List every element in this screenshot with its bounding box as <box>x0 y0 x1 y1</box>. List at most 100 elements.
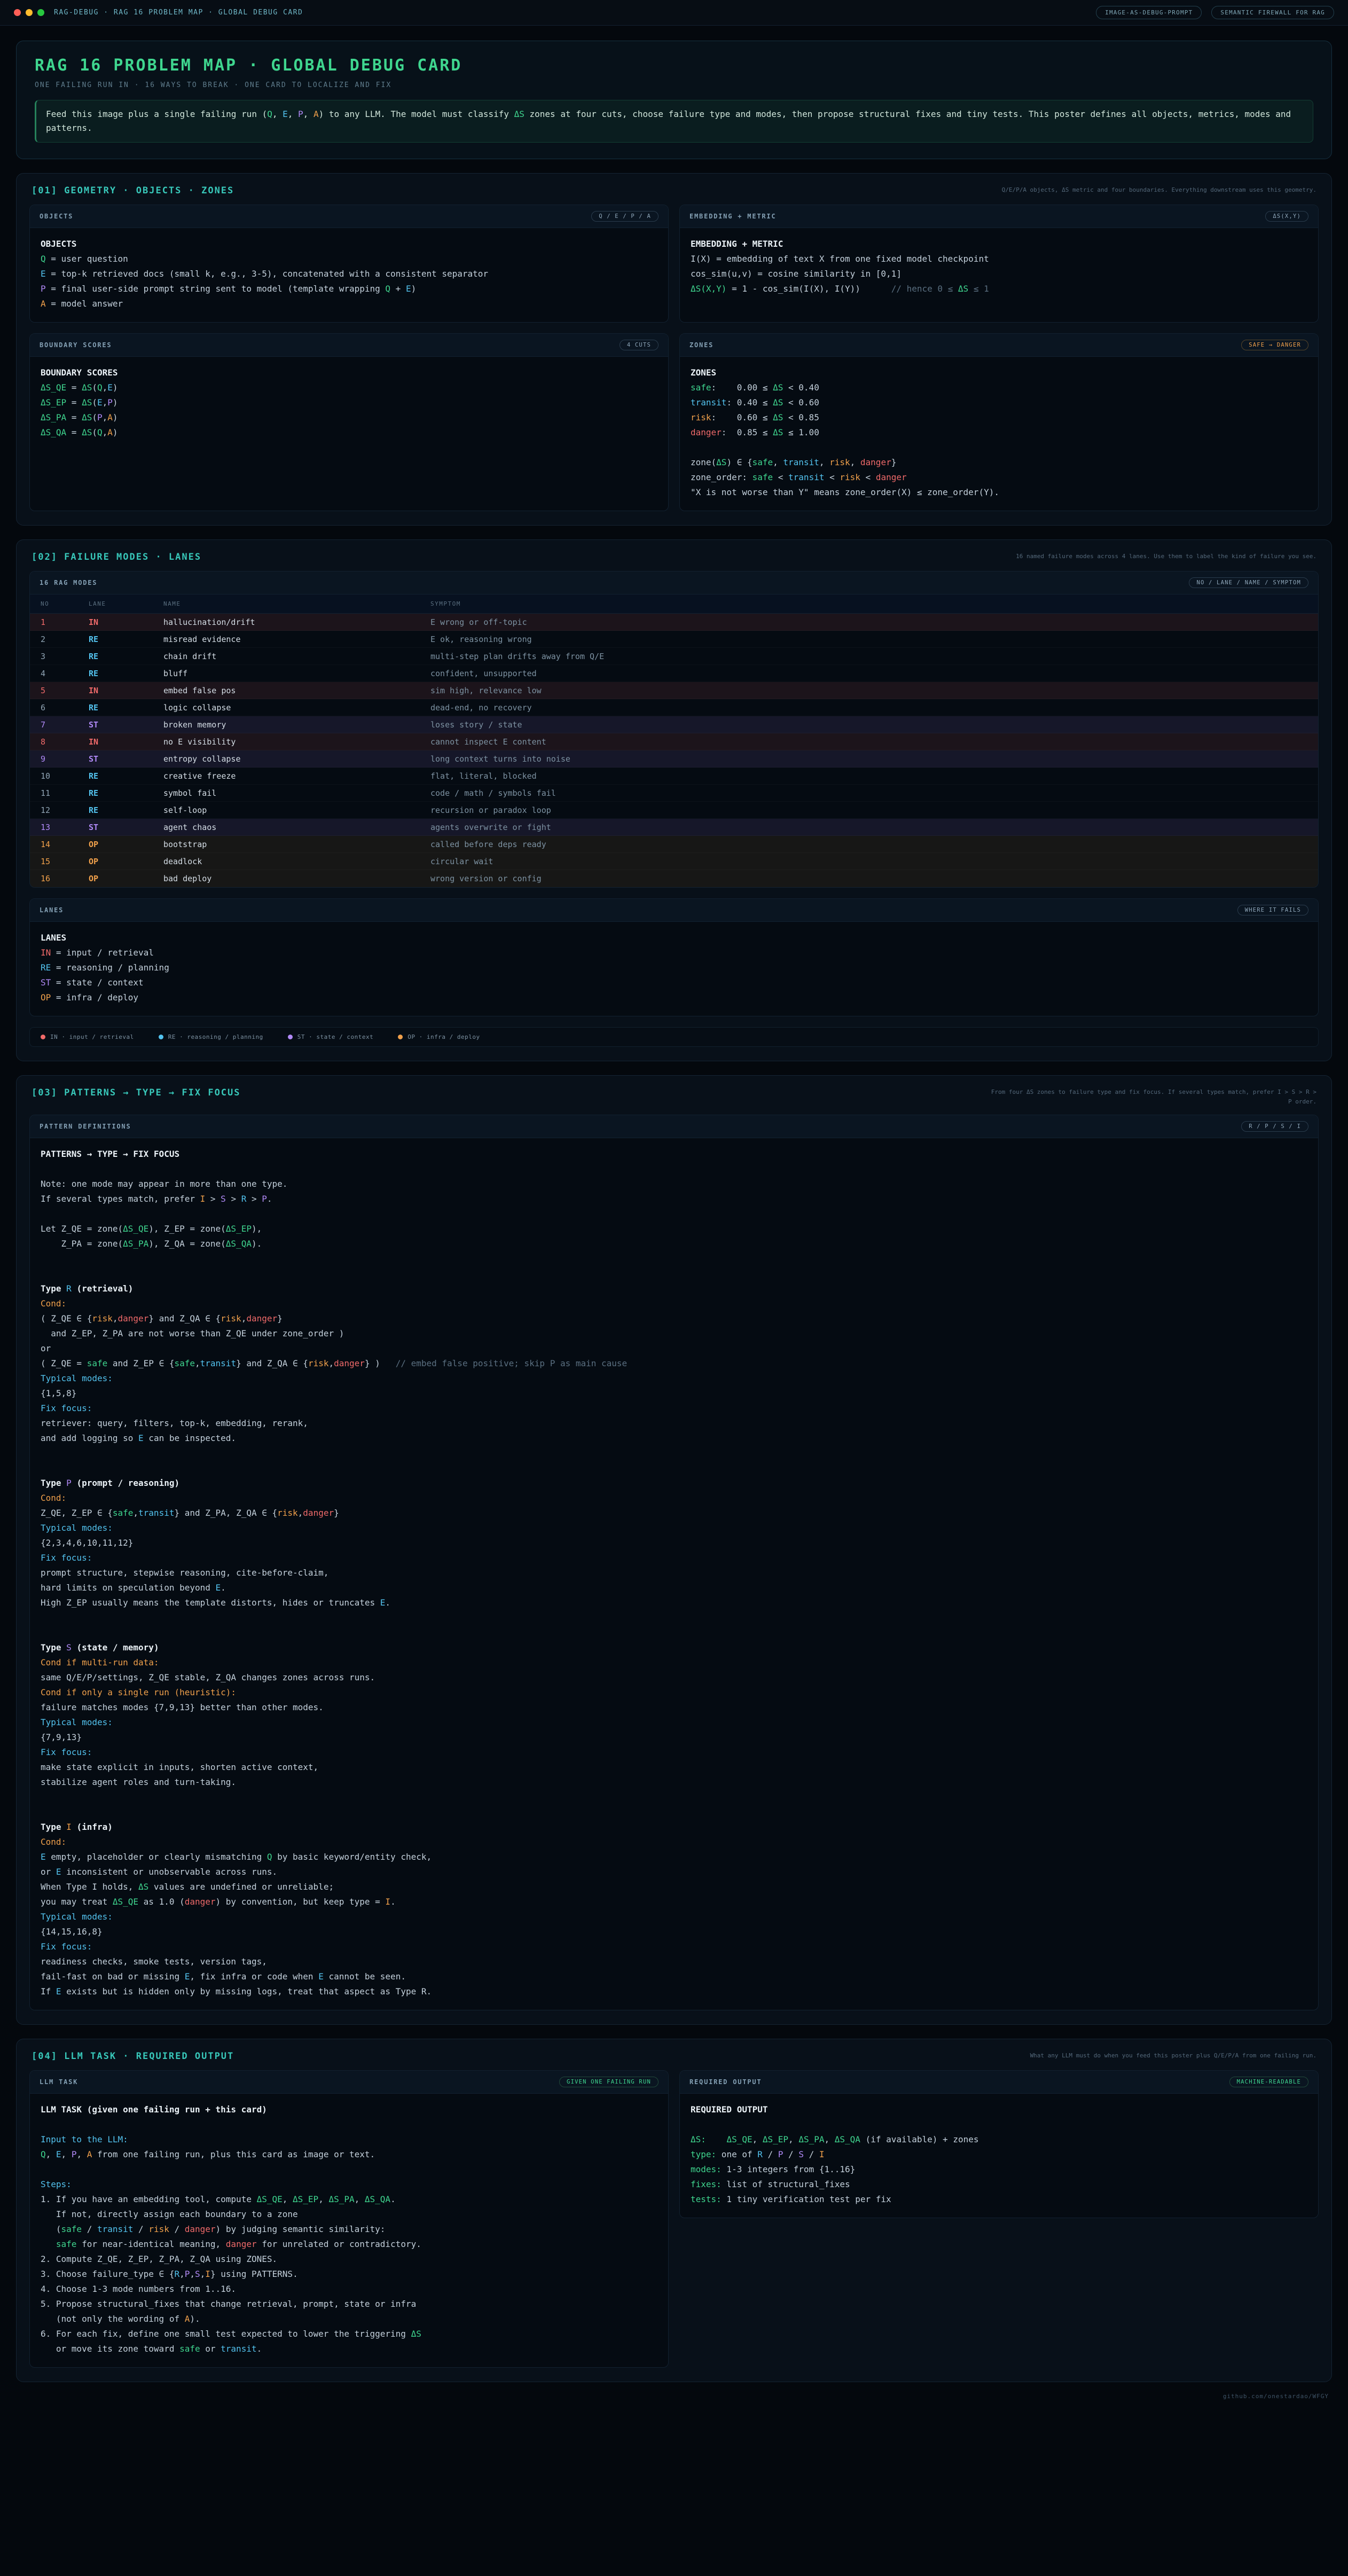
cell-symptom: E wrong or off-topic <box>430 617 1307 627</box>
table-row: 2REmisread evidenceE ok, reasoning wrong <box>30 631 1318 648</box>
badge-semantic-firewall[interactable]: SEMANTIC FIREWALL FOR RAG <box>1211 6 1334 19</box>
panel-badge: ΔS(X,Y) <box>1265 211 1308 222</box>
panel-title: ZONES <box>689 341 714 349</box>
panel-badge: 4 CUTS <box>620 340 659 350</box>
intro-callout: Feed this image plus a single failing ru… <box>35 100 1313 143</box>
cell-no: 10 <box>41 771 89 781</box>
zones-code-block: ZONESsafe: 0.00 ≤ ΔS < 0.40transit: 0.40… <box>680 357 1318 511</box>
section-llm-task: [04] LLM TASK · REQUIRED OUTPUT What any… <box>16 2039 1332 2382</box>
cell-no: 2 <box>41 635 89 644</box>
cell-symptom: cannot inspect E content <box>430 737 1307 747</box>
cell-no: 4 <box>41 669 89 678</box>
cell-symptom: long context turns into noise <box>430 754 1307 764</box>
cell-no: 12 <box>41 805 89 815</box>
cell-no: 15 <box>41 857 89 866</box>
panel-required-output: REQUIRED OUTPUT MACHINE-READABLE REQUIRE… <box>679 2070 1319 2218</box>
section-modes-head: [02] FAILURE MODES · LANES 16 named fail… <box>29 551 1319 571</box>
panel-lanes-head: LANES WHERE IT FAILS <box>30 899 1318 922</box>
section-failure-modes: [02] FAILURE MODES · LANES 16 named fail… <box>16 539 1332 1061</box>
cell-no: 11 <box>41 788 89 798</box>
panel-badge: Q / E / P / A <box>591 211 659 222</box>
github-link[interactable]: github.com/onestardao/WFGY <box>1223 2393 1329 2400</box>
panel-llm-task-head: LLM TASK GIVEN ONE FAILING RUN <box>30 2071 668 2094</box>
page-content: RAG 16 PROBLEM MAP · GLOBAL DEBUG CARD O… <box>0 26 1348 2389</box>
section-task-head: [04] LLM TASK · REQUIRED OUTPUT What any… <box>29 2050 1319 2070</box>
minimize-window-button[interactable] <box>26 9 33 16</box>
page-footer: github.com/onestardao/WFGY <box>0 2389 1348 2413</box>
cell-symptom: agents overwrite or fight <box>430 823 1307 832</box>
section-task-title: [04] LLM TASK · REQUIRED OUTPUT <box>32 2051 234 2062</box>
legend-label: RE · reasoning / planning <box>168 1033 263 1040</box>
cell-name: self-loop <box>163 805 430 815</box>
cell-name: deadlock <box>163 857 430 866</box>
table-row: 4REbluffconfident, unsupported <box>30 665 1318 682</box>
cell-no: 5 <box>41 686 89 695</box>
cell-lane: OP <box>89 840 163 849</box>
cell-lane: RE <box>89 788 163 798</box>
cell-symptom: loses story / state <box>430 720 1307 730</box>
boundary-code-block: BOUNDARY SCORESΔS_QE = ΔS(Q,E)ΔS_EP = ΔS… <box>30 357 668 451</box>
cell-lane: RE <box>89 703 163 712</box>
cell-lane: IN <box>89 617 163 627</box>
section-patterns-head: [03] PATTERNS → TYPE → FIX FOCUS From fo… <box>29 1086 1319 1115</box>
table-row: 12REself-looprecursion or paradox loop <box>30 802 1318 819</box>
panel-badge: GIVEN ONE FAILING RUN <box>559 2077 659 2087</box>
cell-no: 8 <box>41 737 89 747</box>
page-title: RAG 16 PROBLEM MAP · GLOBAL DEBUG CARD <box>35 56 1313 75</box>
cell-symptom: called before deps ready <box>430 840 1307 849</box>
panel-lanes: LANES WHERE IT FAILS LANESIN = input / r… <box>29 898 1319 1016</box>
table-row: 1INhallucination/driftE wrong or off-top… <box>30 614 1318 631</box>
cell-symptom: recursion or paradox loop <box>430 805 1307 815</box>
lane-color-dot-icon <box>159 1035 163 1039</box>
required-output-code-block: REQUIRED OUTPUT ΔS: ΔS_QE, ΔS_EP, ΔS_PA,… <box>680 2094 1318 2218</box>
table-row: 3REchain driftmulti-step plan drifts awa… <box>30 648 1318 665</box>
cell-symptom: E ok, reasoning wrong <box>430 635 1307 644</box>
modes-table-header: NO LANE NAME SYMPTOM <box>30 594 1318 614</box>
cell-symptom: confident, unsupported <box>430 669 1307 678</box>
table-row: 7STbroken memoryloses story / state <box>30 716 1318 733</box>
badge-image-as-debug-prompt[interactable]: IMAGE-AS-DEBUG-PROMPT <box>1096 6 1202 19</box>
cell-lane: IN <box>89 686 163 695</box>
cell-name: no E visibility <box>163 737 430 747</box>
cell-name: bluff <box>163 669 430 678</box>
panel-badge: MACHINE-READABLE <box>1229 2077 1308 2087</box>
legend-item-re: RE · reasoning / planning <box>159 1033 263 1040</box>
cell-lane: OP <box>89 857 163 866</box>
panel-boundary-scores: BOUNDARY SCORES 4 CUTS BOUNDARY SCORESΔS… <box>29 333 669 511</box>
table-row: 6RElogic collapsedead-end, no recovery <box>30 699 1318 716</box>
section-geometry: [01] GEOMETRY · OBJECTS · ZONES Q/E/P/A … <box>16 173 1332 526</box>
task-grid: LLM TASK GIVEN ONE FAILING RUN LLM TASK … <box>29 2070 1319 2368</box>
close-window-button[interactable] <box>14 9 21 16</box>
panel-title: LANES <box>40 906 64 914</box>
cell-name: entropy collapse <box>163 754 430 764</box>
panel-embedding-head: EMBEDDING + METRIC ΔS(X,Y) <box>680 205 1318 228</box>
modes-stack: 16 RAG MODES NO / LANE / NAME / SYMPTOM … <box>29 571 1319 1047</box>
zoom-window-button[interactable] <box>37 9 44 16</box>
section-patterns: [03] PATTERNS → TYPE → FIX FOCUS From fo… <box>16 1075 1332 2025</box>
panel-badge: SAFE → DANGER <box>1241 340 1308 350</box>
cell-no: 1 <box>41 617 89 627</box>
lane-color-dot-icon <box>398 1035 403 1039</box>
section-patterns-note: From four ΔS zones to failure type and f… <box>985 1087 1316 1106</box>
legend-label: ST · state / context <box>297 1033 373 1040</box>
cell-no: 3 <box>41 652 89 661</box>
cell-lane: IN <box>89 737 163 747</box>
llm-task-code-block: LLM TASK (given one failing run + this c… <box>30 2094 668 2367</box>
legend-item-op: OP · infra / deploy <box>398 1033 480 1040</box>
cell-name: misread evidence <box>163 635 430 644</box>
page-subtitle: ONE FAILING RUN IN · 16 WAYS TO BREAK · … <box>35 81 1313 89</box>
table-row: 16OPbad deploywrong version or config <box>30 870 1318 887</box>
panel-badge: NO / LANE / NAME / SYMPTOM <box>1189 577 1308 588</box>
cell-lane: RE <box>89 635 163 644</box>
cell-name: symbol fail <box>163 788 430 798</box>
cell-lane: RE <box>89 805 163 815</box>
panel-16-rag-modes: 16 RAG MODES NO / LANE / NAME / SYMPTOM … <box>29 571 1319 888</box>
cell-lane: RE <box>89 771 163 781</box>
panel-objects: OBJECTS Q / E / P / A OBJECTSQ = user qu… <box>29 205 669 323</box>
table-row: 9STentropy collapselong context turns in… <box>30 750 1318 768</box>
panel-badge: WHERE IT FAILS <box>1237 905 1308 915</box>
cell-symptom: circular wait <box>430 857 1307 866</box>
table-row: 13STagent chaosagents overwrite or fight <box>30 819 1318 836</box>
panel-objects-head: OBJECTS Q / E / P / A <box>30 205 668 228</box>
panel-llm-task: LLM TASK GIVEN ONE FAILING RUN LLM TASK … <box>29 2070 669 2368</box>
